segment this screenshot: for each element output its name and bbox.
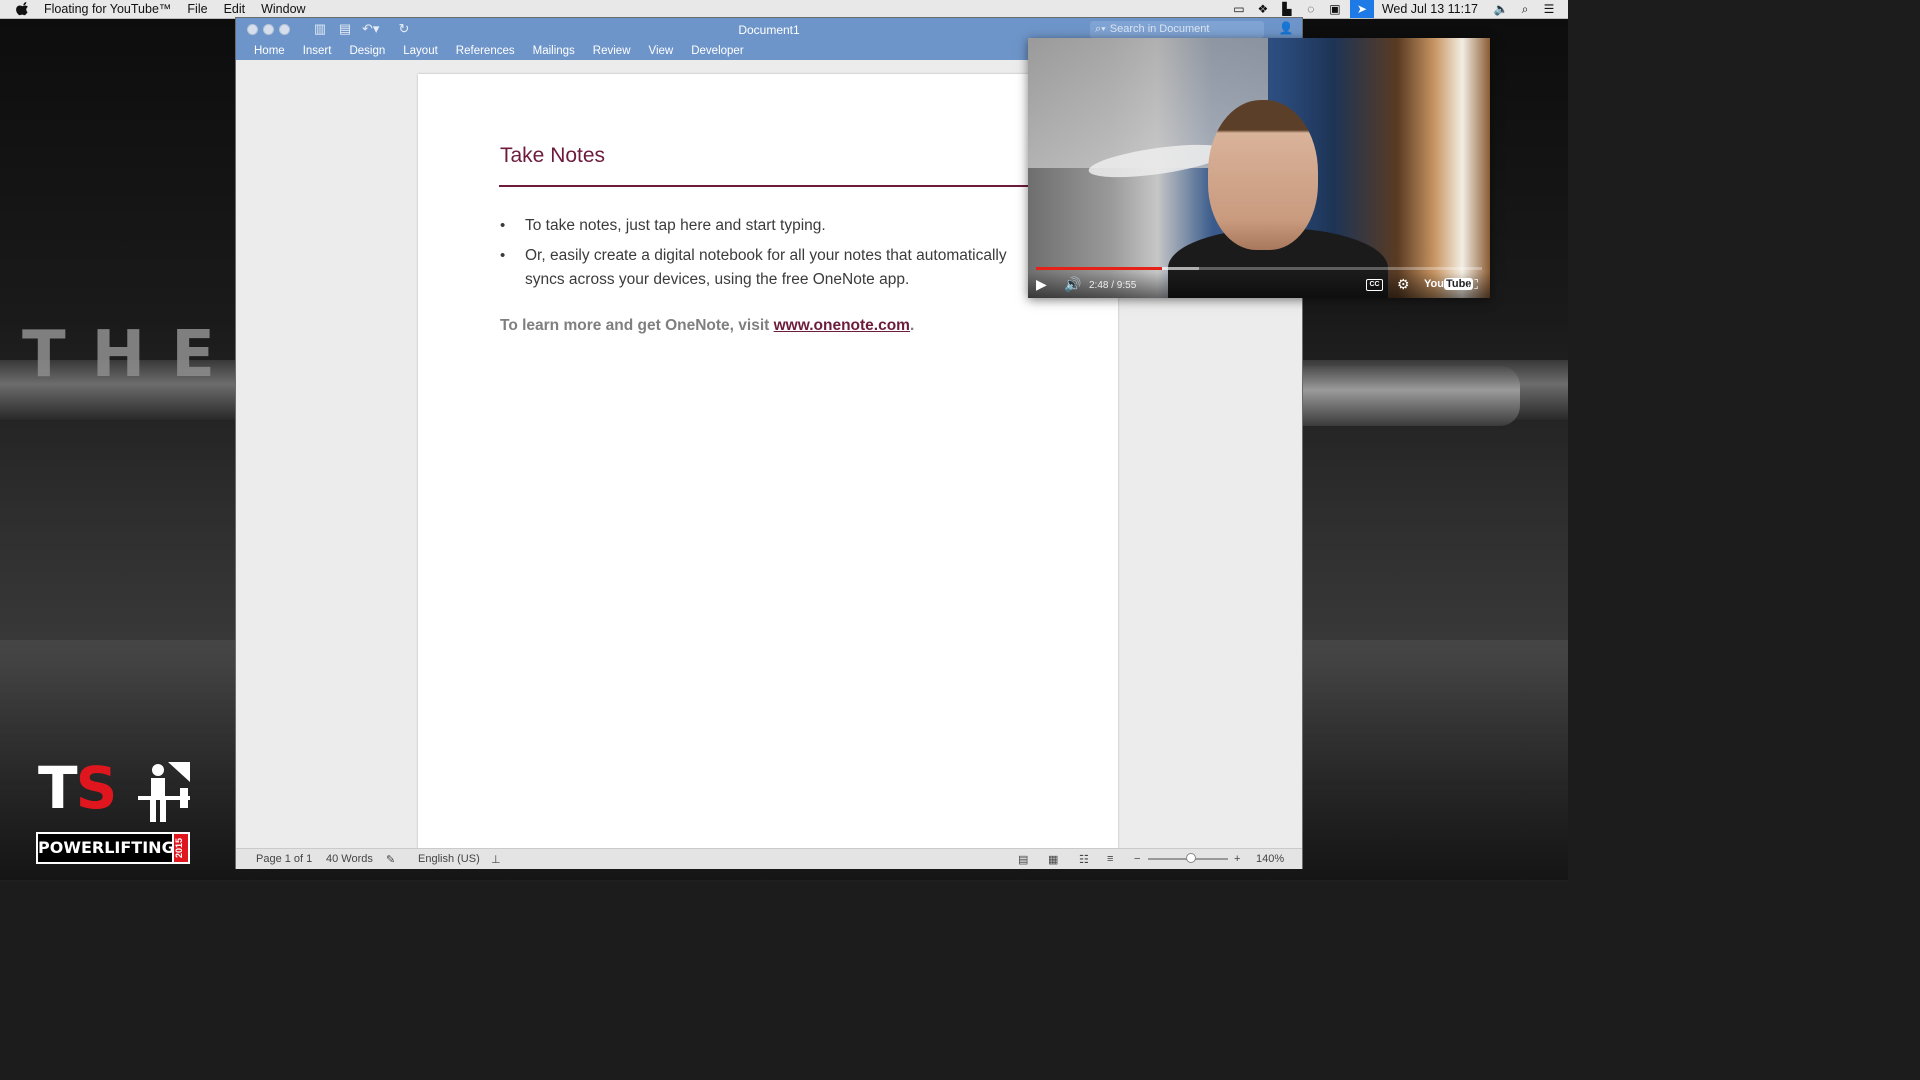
volume-icon[interactable]: 🔊 [1064, 276, 1081, 293]
menu-window[interactable]: Window [261, 2, 305, 16]
language-status[interactable]: English (US) [418, 853, 480, 865]
logo-year: 2015 [172, 832, 190, 864]
zoom-in-icon[interactable]: + [1234, 853, 1240, 865]
learn-more-suffix: . [909, 317, 915, 334]
tab-home[interactable]: Home [254, 42, 285, 60]
apple-icon[interactable] [16, 2, 30, 16]
powerlifting-logo: TS POWERLIFTING 2015 [36, 754, 190, 864]
floating-app-icon[interactable]: ➤ [1349, 0, 1374, 18]
search-placeholder: Search in Document [1109, 23, 1210, 35]
document-page[interactable]: Take Notes To take notes, just tap here … [418, 74, 1119, 854]
logo-letters: TS [38, 754, 117, 822]
menu-extras: ▭ ❖ ▙ ◌ ▣ ➤ Wed Jul 13 11:17 🔈 ⌕ ☰ [1224, 0, 1568, 18]
settings-gear-icon[interactable]: ⚙ [1397, 276, 1410, 293]
bullet-list: To take notes, just tap here and start t… [500, 214, 1040, 298]
tab-insert[interactable]: Insert [303, 42, 332, 60]
ribbon-tabs: Home Insert Design Layout References Mai… [236, 42, 744, 60]
tab-review[interactable]: Review [593, 42, 631, 60]
tab-view[interactable]: View [649, 42, 674, 60]
zoom-out-icon[interactable]: − [1134, 853, 1140, 865]
video-time: 2:48 / 9:55 [1089, 280, 1137, 291]
word-count[interactable]: 40 Words [326, 853, 373, 865]
page-count[interactable]: Page 1 of 1 [256, 853, 312, 865]
search-icon: ⌕▾ [1095, 23, 1106, 35]
print-layout-icon[interactable]: ▤ [1018, 853, 1028, 866]
menu-edit[interactable]: Edit [224, 2, 246, 16]
bookmark-icon[interactable]: ▣ [1326, 2, 1344, 16]
video-person-head [1208, 100, 1318, 250]
learn-more-text[interactable]: To learn more and get OneNote, visit www… [500, 317, 914, 335]
menu-bar: Floating for YouTube™ File Edit Window ▭… [0, 0, 1568, 19]
zoom-slider-knob[interactable] [1186, 853, 1196, 863]
volume-icon[interactable]: 🔈 [1492, 2, 1510, 16]
outline-view-icon[interactable]: ☷ [1079, 853, 1089, 866]
dropbox-icon[interactable]: ❖ [1254, 2, 1272, 16]
captions-icon[interactable]: CC [1366, 279, 1383, 291]
window-manager-icon[interactable]: ▙ [1278, 2, 1296, 16]
status-bar: Page 1 of 1 40 Words ✎ English (US) ⊥ ▤ … [236, 848, 1302, 869]
tab-design[interactable]: Design [349, 42, 385, 60]
draft-view-icon[interactable]: ≡ [1107, 853, 1113, 865]
video-progress-bar[interactable] [1036, 267, 1162, 270]
lifter-icon [138, 762, 190, 822]
video-controls: ▶ 🔊 2:48 / 9:55 CC ⚙ You Tube ⛶ [1028, 272, 1490, 298]
floating-video-player[interactable]: ▶ 🔊 2:48 / 9:55 CC ⚙ You Tube ⛶ [1028, 38, 1490, 298]
wallpaper-barbell-end [1302, 366, 1520, 426]
tab-developer[interactable]: Developer [691, 42, 743, 60]
camera-icon[interactable]: ▭ [1230, 2, 1248, 16]
list-item[interactable]: Or, easily create a digital notebook for… [500, 244, 1040, 292]
search-field[interactable]: ⌕▾ Search in Document [1090, 21, 1264, 38]
track-changes-icon[interactable]: ⊥ [491, 853, 501, 866]
onenote-link[interactable]: www.onenote.com [774, 317, 910, 334]
spotlight-icon[interactable]: ⌕ [1516, 2, 1534, 16]
fullscreen-icon[interactable]: ⛶ [1468, 276, 1478, 293]
page-heading[interactable]: Take Notes [500, 144, 605, 168]
play-icon[interactable]: ▶ [1036, 276, 1047, 293]
proofing-icon[interactable]: ✎ [386, 853, 395, 866]
sync-icon[interactable]: ◌ [1302, 2, 1320, 16]
list-item[interactable]: To take notes, just tap here and start t… [500, 214, 1040, 238]
youtube-logo[interactable]: You Tube [1424, 278, 1474, 290]
logo-word: POWERLIFTING [36, 832, 175, 864]
menu-file[interactable]: File [187, 2, 207, 16]
notification-center-icon[interactable]: ☰ [1540, 2, 1558, 16]
web-layout-icon[interactable]: ▦ [1048, 853, 1058, 866]
tab-mailings[interactable]: Mailings [533, 42, 575, 60]
learn-more-prefix: To learn more and get OneNote, visit [500, 317, 774, 334]
tab-references[interactable]: References [456, 42, 515, 60]
menu-clock[interactable]: Wed Jul 13 11:17 [1382, 2, 1478, 16]
zoom-level[interactable]: 140% [1256, 853, 1284, 865]
tab-layout[interactable]: Layout [403, 42, 438, 60]
menu-app-name[interactable]: Floating for YouTube™ [44, 2, 171, 16]
share-icon[interactable]: 👤+ [1276, 21, 1296, 49]
heading-rule [499, 185, 1119, 187]
